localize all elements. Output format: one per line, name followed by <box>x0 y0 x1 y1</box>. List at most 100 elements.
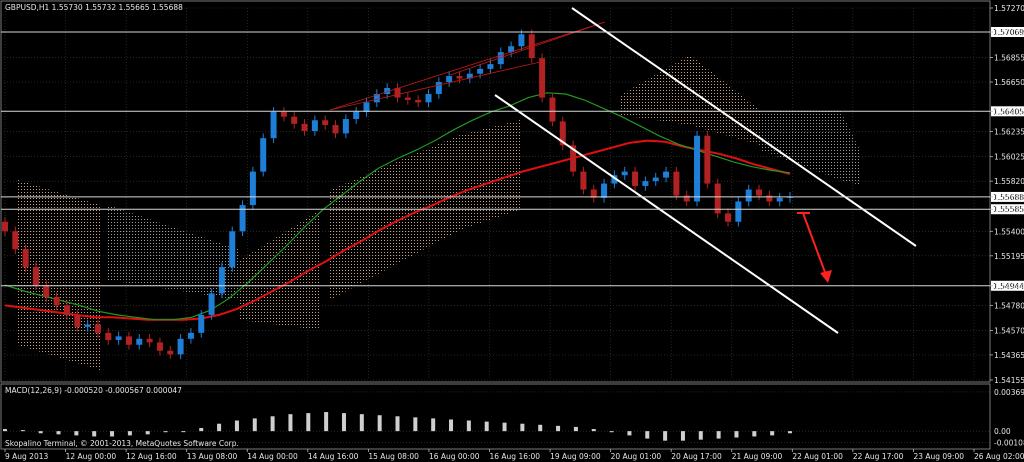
macd-axis: 0.003693 0.00 -0.00108 <box>994 388 1024 448</box>
x-tick-label: 22 Aug 17:00 <box>853 452 904 461</box>
macd-bar <box>3 429 7 432</box>
candle-body <box>311 120 318 132</box>
y-tick-label: 1.56855 <box>994 54 1024 63</box>
x-tick-label: 23 Aug 09:00 <box>913 452 964 461</box>
price-chart[interactable]: 1.57069 1.56405 1.55688 1.55585 1.54944 1.57… <box>0 0 1024 462</box>
macd-bar <box>38 431 43 434</box>
fan-line-3 <box>449 21 606 76</box>
candle-body <box>446 76 453 83</box>
candle-body <box>415 99 422 103</box>
y-tick-label: 1.57069 <box>994 28 1024 37</box>
macd-bar <box>181 431 186 433</box>
macd-bar <box>449 419 454 432</box>
candle-body <box>2 221 8 232</box>
x-tick-label: 21 Aug 09:00 <box>732 452 783 461</box>
y-tick-label: 1.54944 <box>994 282 1024 291</box>
macd-grid <box>1 391 990 443</box>
candle-body <box>766 195 773 202</box>
macd-bar <box>252 418 257 432</box>
candle-body <box>260 138 267 172</box>
macd-bar <box>484 421 489 432</box>
macd-bar <box>645 431 650 439</box>
y-tick-label: 1.55688 <box>994 193 1024 202</box>
candle-body <box>125 336 132 345</box>
macd-bar <box>20 430 25 432</box>
candle-body <box>115 336 122 340</box>
macd-bar <box>698 431 703 440</box>
x-tick-label: 9 Aug 2013 <box>5 452 48 461</box>
macd-bar <box>127 431 132 436</box>
candle-body <box>156 342 163 351</box>
y-tick-label: 1.55400 <box>994 227 1024 236</box>
macd-tick-label: -0.00108 <box>994 439 1024 448</box>
candle-body <box>477 68 484 74</box>
candle-body <box>539 58 546 98</box>
price-axis: 1.57270 1.57069 1.56855 1.56650 1.56405 1.562… <box>990 4 1024 385</box>
candle-body <box>229 231 236 268</box>
cloud-segment-4 <box>330 120 520 300</box>
candle-body <box>487 64 494 69</box>
x-tick-label: 14 Aug 00:00 <box>247 452 298 461</box>
x-tick-label: 19 Aug 09:00 <box>550 452 601 461</box>
macd-bar <box>234 420 239 432</box>
macd-bar <box>591 429 596 432</box>
candle-body <box>322 120 329 126</box>
candle-body <box>683 195 690 202</box>
y-tick-label: 1.54780 <box>994 301 1024 310</box>
candle-body <box>735 201 742 222</box>
x-tick-label: 20 Aug 17:00 <box>671 452 722 461</box>
candle-body <box>291 116 298 124</box>
arrow-head <box>820 270 832 283</box>
time-axis: 9 Aug 2013 12 Aug 00:00 12 Aug 16:00 13 Aug… <box>4 449 1024 461</box>
candle-body <box>167 350 174 355</box>
macd-bar <box>217 423 222 432</box>
down-arrow <box>797 212 832 283</box>
candle-body <box>63 305 70 315</box>
macd-bar <box>663 431 668 441</box>
candle-body <box>270 111 277 139</box>
macd-bar <box>520 423 525 432</box>
candle-body <box>435 82 442 94</box>
y-tick-label: 1.55195 <box>994 252 1024 261</box>
macd-bar <box>716 431 721 439</box>
candle-body <box>32 267 39 286</box>
y-tick-label: 1.56235 <box>994 128 1024 137</box>
macd-bar <box>609 431 614 433</box>
macd-bar <box>306 413 311 432</box>
macd-bar <box>163 431 168 433</box>
candle-body <box>549 97 556 122</box>
x-tick-label: 22 Aug 01:00 <box>792 452 843 461</box>
trend-fan-lines <box>329 21 606 111</box>
candle-body <box>53 297 60 306</box>
candle-body <box>198 314 205 333</box>
x-tick-label: 20 Aug 01:00 <box>611 452 662 461</box>
candle-body <box>756 189 763 196</box>
candle-body <box>601 183 608 198</box>
macd-bar <box>145 431 150 435</box>
x-tick-label: 14 Aug 16:00 <box>308 452 359 461</box>
candle-body <box>363 102 370 112</box>
macd-bar <box>573 426 578 432</box>
candle-body <box>136 338 143 345</box>
candle-body <box>353 111 360 120</box>
macd-bar <box>752 431 757 437</box>
candle-body <box>12 231 19 250</box>
x-tick-label: 12 Aug 16:00 <box>126 452 177 461</box>
x-tick-label: 15 Aug 08:00 <box>368 452 419 461</box>
candle-body <box>301 123 308 132</box>
x-tick-label: 26 Aug 02:00 <box>974 452 1024 461</box>
macd-bar <box>734 431 739 438</box>
y-tick-label: 1.54155 <box>994 376 1024 385</box>
macd-bar <box>502 422 507 432</box>
candle-body <box>208 293 215 315</box>
macd-bar <box>413 417 418 432</box>
x-tick-label: 12 Aug 00:00 <box>66 452 117 461</box>
candle-body <box>342 119 349 134</box>
candle-body <box>456 76 463 79</box>
macd-bar <box>92 431 97 437</box>
macd-bar <box>788 431 792 434</box>
chart-window: 1.57069 1.56405 1.55688 1.55585 1.54944 1.57… <box>0 0 1024 462</box>
candle-body <box>146 338 153 343</box>
macd-bar <box>270 416 275 432</box>
candle-body <box>663 171 670 178</box>
